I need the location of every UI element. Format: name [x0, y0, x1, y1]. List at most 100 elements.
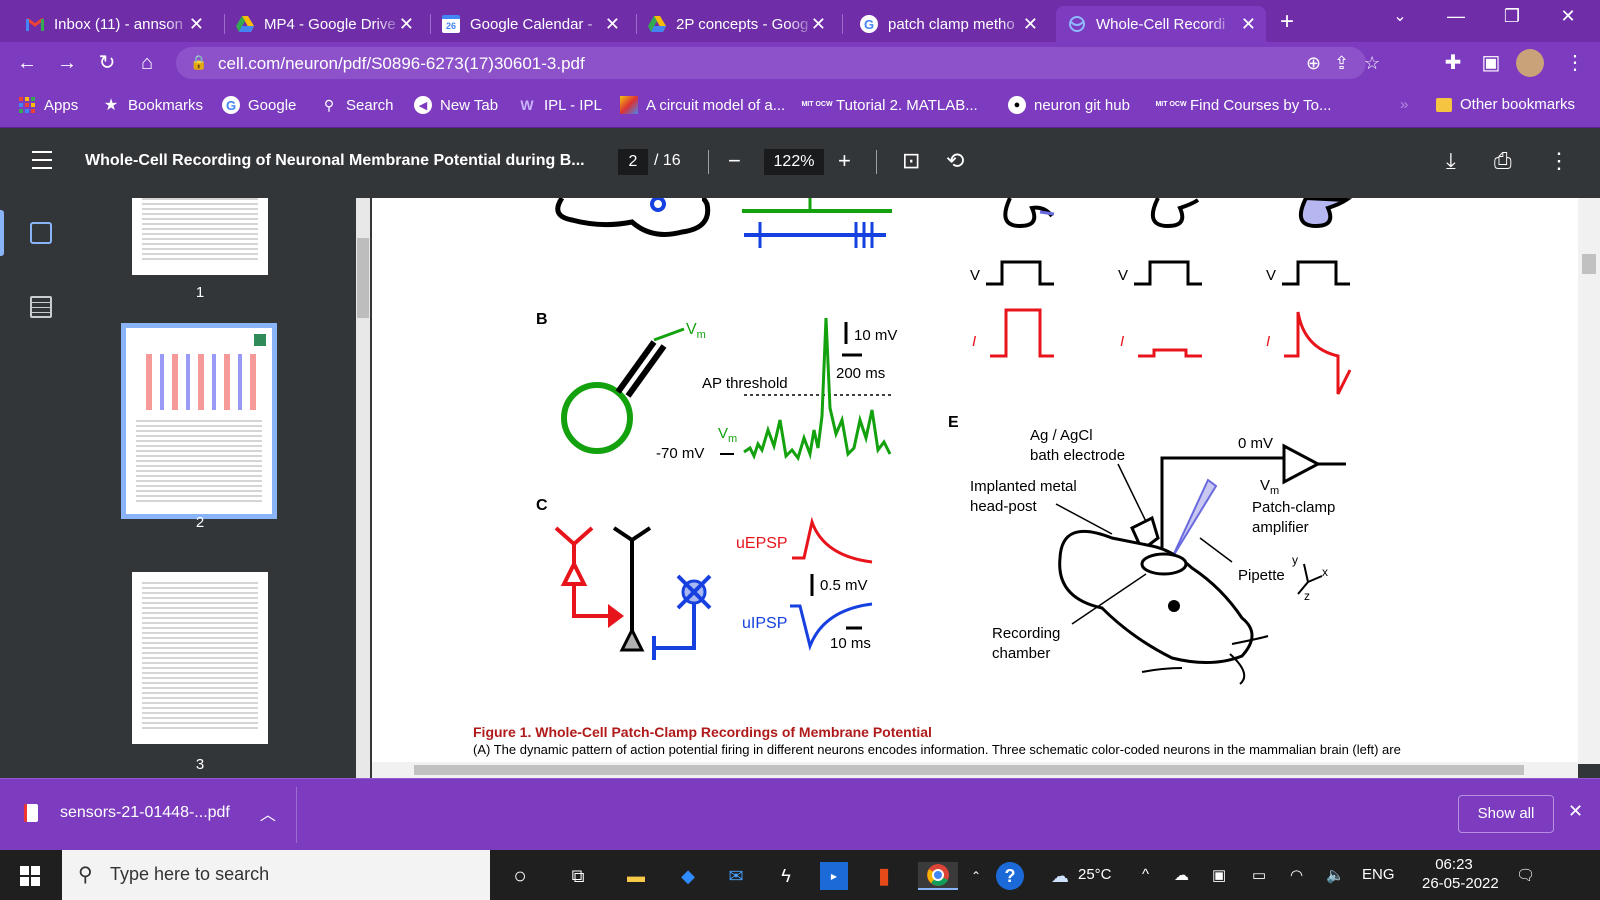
- lock-icon[interactable]: 🔒: [190, 54, 207, 71]
- tab-gmail[interactable]: Inbox (11) - annson ✕: [14, 6, 214, 42]
- print-icon[interactable]: ⎙: [1494, 148, 1512, 174]
- profile-avatar[interactable]: [1516, 49, 1544, 77]
- outline-view-icon[interactable]: [30, 296, 52, 318]
- extensions-puzzle-icon[interactable]: ✚: [1440, 50, 1466, 76]
- prime-video-icon[interactable]: ▶: [820, 862, 848, 890]
- scrollbar-thumb[interactable]: [414, 765, 1524, 775]
- onedrive-error-icon[interactable]: ☁: [1174, 866, 1189, 884]
- zoom-magnifier-icon[interactable]: ⊕: [1306, 53, 1321, 74]
- bookmark-star-icon[interactable]: ☆: [1364, 53, 1380, 74]
- tab-search-chevron-icon[interactable]: ⌄: [1380, 6, 1420, 26]
- mail-icon[interactable]: ✉: [722, 862, 750, 890]
- close-download-bar-icon[interactable]: ✕: [1568, 801, 1583, 822]
- language-indicator[interactable]: ENG: [1362, 866, 1395, 883]
- tab-calendar[interactable]: 26 Google Calendar - ✕: [430, 6, 630, 42]
- page-thumbnail-2[interactable]: [121, 323, 277, 519]
- volume-icon[interactable]: 🔈: [1326, 866, 1345, 884]
- close-icon[interactable]: ✕: [605, 14, 620, 35]
- chrome-taskbar-icon[interactable]: [918, 862, 958, 890]
- sidebar-tools: [0, 198, 84, 778]
- download-icon[interactable]: ⤓: [1446, 148, 1456, 174]
- tray-app-icon[interactable]: ▣: [1212, 866, 1226, 884]
- dropbox-icon[interactable]: ◆: [674, 862, 702, 890]
- bookmark-ipl[interactable]: W IPL - IPL: [518, 96, 601, 114]
- temperature[interactable]: 25°C: [1078, 866, 1112, 883]
- chevron-up-icon[interactable]: ︿: [260, 801, 276, 825]
- wifi-icon[interactable]: ◠: [1290, 866, 1303, 884]
- bookmark-circuit-model[interactable]: A circuit model of a...: [620, 96, 785, 114]
- fit-to-page-icon[interactable]: ⊡: [902, 148, 920, 174]
- bookmark-neuron-github[interactable]: ● neuron git hub: [1008, 96, 1130, 114]
- page-number-input[interactable]: 2: [618, 149, 648, 175]
- cortana-circle-icon[interactable]: ○: [506, 862, 534, 890]
- scale-05mv: 0.5 mV: [820, 577, 868, 594]
- side-panel-icon[interactable]: ▣: [1478, 50, 1504, 76]
- more-menu-icon[interactable]: ⋮: [1562, 50, 1588, 76]
- bookmark-search[interactable]: ⚲ Search: [320, 96, 394, 114]
- new-tab-plus-icon[interactable]: +: [1280, 8, 1294, 36]
- tab-title: 2P concepts - Goog: [676, 15, 809, 33]
- windows-start-icon[interactable]: [16, 862, 44, 890]
- office-icon[interactable]: ▮: [870, 862, 898, 890]
- back-arrow-icon[interactable]: ←: [14, 50, 40, 76]
- scrollbar-thumb[interactable]: [357, 238, 369, 318]
- address-bar[interactable]: 🔒 cell.com/neuron/pdf/S0896-6273(17)3060…: [176, 47, 1380, 79]
- reload-icon[interactable]: ↻: [94, 50, 120, 76]
- recording-chamber-shape: [1140, 552, 1188, 576]
- tab-google-search[interactable]: G patch clamp metho ✕: [848, 6, 1048, 42]
- close-icon[interactable]: ✕: [1241, 14, 1256, 35]
- file-explorer-icon[interactable]: ▬: [622, 862, 650, 890]
- tab-drive-2p[interactable]: 2P concepts - Goog ✕: [636, 6, 836, 42]
- app-lightning-icon[interactable]: ϟ: [772, 862, 800, 890]
- close-icon[interactable]: ✕: [811, 14, 826, 35]
- window-close-icon[interactable]: ✕: [1548, 6, 1588, 27]
- tray-chevron-icon[interactable]: ^: [1142, 866, 1149, 883]
- axis-x-label: x: [1322, 565, 1328, 579]
- bookmark-google[interactable]: G Google: [222, 96, 296, 114]
- restore-icon[interactable]: ❐: [1492, 6, 1532, 27]
- clock[interactable]: 06:23 26-05-2022: [1422, 856, 1499, 892]
- page-thumbnail-3[interactable]: [132, 572, 268, 744]
- download-item[interactable]: sensors-21-01448-...pdf ︿: [24, 801, 276, 825]
- scrollbar-thumb[interactable]: [1582, 254, 1596, 274]
- web-icon: [1068, 15, 1086, 33]
- bookmark-label: Google: [248, 96, 297, 114]
- taskbar-scroll-chevron-icon[interactable]: ⌃: [962, 862, 990, 890]
- page-thumbnail-1[interactable]: [132, 198, 268, 275]
- bookmarks-overflow-chevron-icon[interactable]: »: [1400, 96, 1408, 113]
- ap-threshold-label: AP threshold: [702, 375, 788, 392]
- tab-whole-cell-active[interactable]: Whole-Cell Recordi ✕: [1056, 6, 1266, 42]
- minimize-icon[interactable]: —: [1436, 6, 1476, 27]
- weather-cloud-icon[interactable]: ☁: [1046, 862, 1074, 890]
- home-icon[interactable]: ⌂: [134, 50, 160, 76]
- zoom-in-icon[interactable]: +: [838, 148, 851, 174]
- share-icon[interactable]: ⇪: [1334, 53, 1349, 74]
- tab-drive-mp4[interactable]: MP4 - Google Drive ✕: [224, 6, 424, 42]
- battery-icon[interactable]: ▭: [1252, 866, 1266, 884]
- zoom-level-input[interactable]: 122%: [764, 149, 824, 175]
- zoom-out-icon[interactable]: −: [728, 148, 741, 174]
- bookmark-apps[interactable]: Apps: [18, 96, 78, 114]
- close-icon[interactable]: ✕: [399, 14, 414, 35]
- rotate-icon[interactable]: ⟲: [946, 148, 964, 174]
- notifications-icon[interactable]: 🗨: [1516, 866, 1535, 884]
- bookmark-find-courses[interactable]: MIT OCW Find Courses by To...: [1155, 96, 1331, 114]
- bookmark-other[interactable]: Other bookmarks: [1436, 96, 1575, 113]
- show-all-button[interactable]: Show all: [1458, 795, 1554, 833]
- bookmark-matlab-tutorial[interactable]: MIT OCW Tutorial 2. MATLAB...: [801, 96, 977, 114]
- sidebar-scrollbar[interactable]: [356, 198, 370, 778]
- close-icon[interactable]: ✕: [1023, 14, 1038, 35]
- bookmark-bookmarks[interactable]: ★ Bookmarks: [102, 96, 203, 115]
- task-view-icon[interactable]: ⧉: [564, 862, 592, 890]
- hamburger-menu-icon[interactable]: [32, 151, 52, 175]
- page-horizontal-scrollbar[interactable]: [372, 762, 1578, 778]
- page-vertical-scrollbar[interactable]: [1578, 198, 1600, 764]
- taskbar-search-box[interactable]: ⚲ Type here to search: [62, 850, 490, 900]
- amplifier-triangle: [1282, 443, 1322, 485]
- more-options-icon[interactable]: ⋮: [1548, 148, 1570, 174]
- close-icon[interactable]: ✕: [189, 14, 204, 35]
- forward-arrow-icon[interactable]: →: [54, 50, 80, 76]
- help-icon[interactable]: ?: [996, 862, 1024, 890]
- bookmark-new-tab[interactable]: ◀ New Tab: [414, 96, 498, 114]
- thumbnails-view-icon[interactable]: [30, 222, 52, 244]
